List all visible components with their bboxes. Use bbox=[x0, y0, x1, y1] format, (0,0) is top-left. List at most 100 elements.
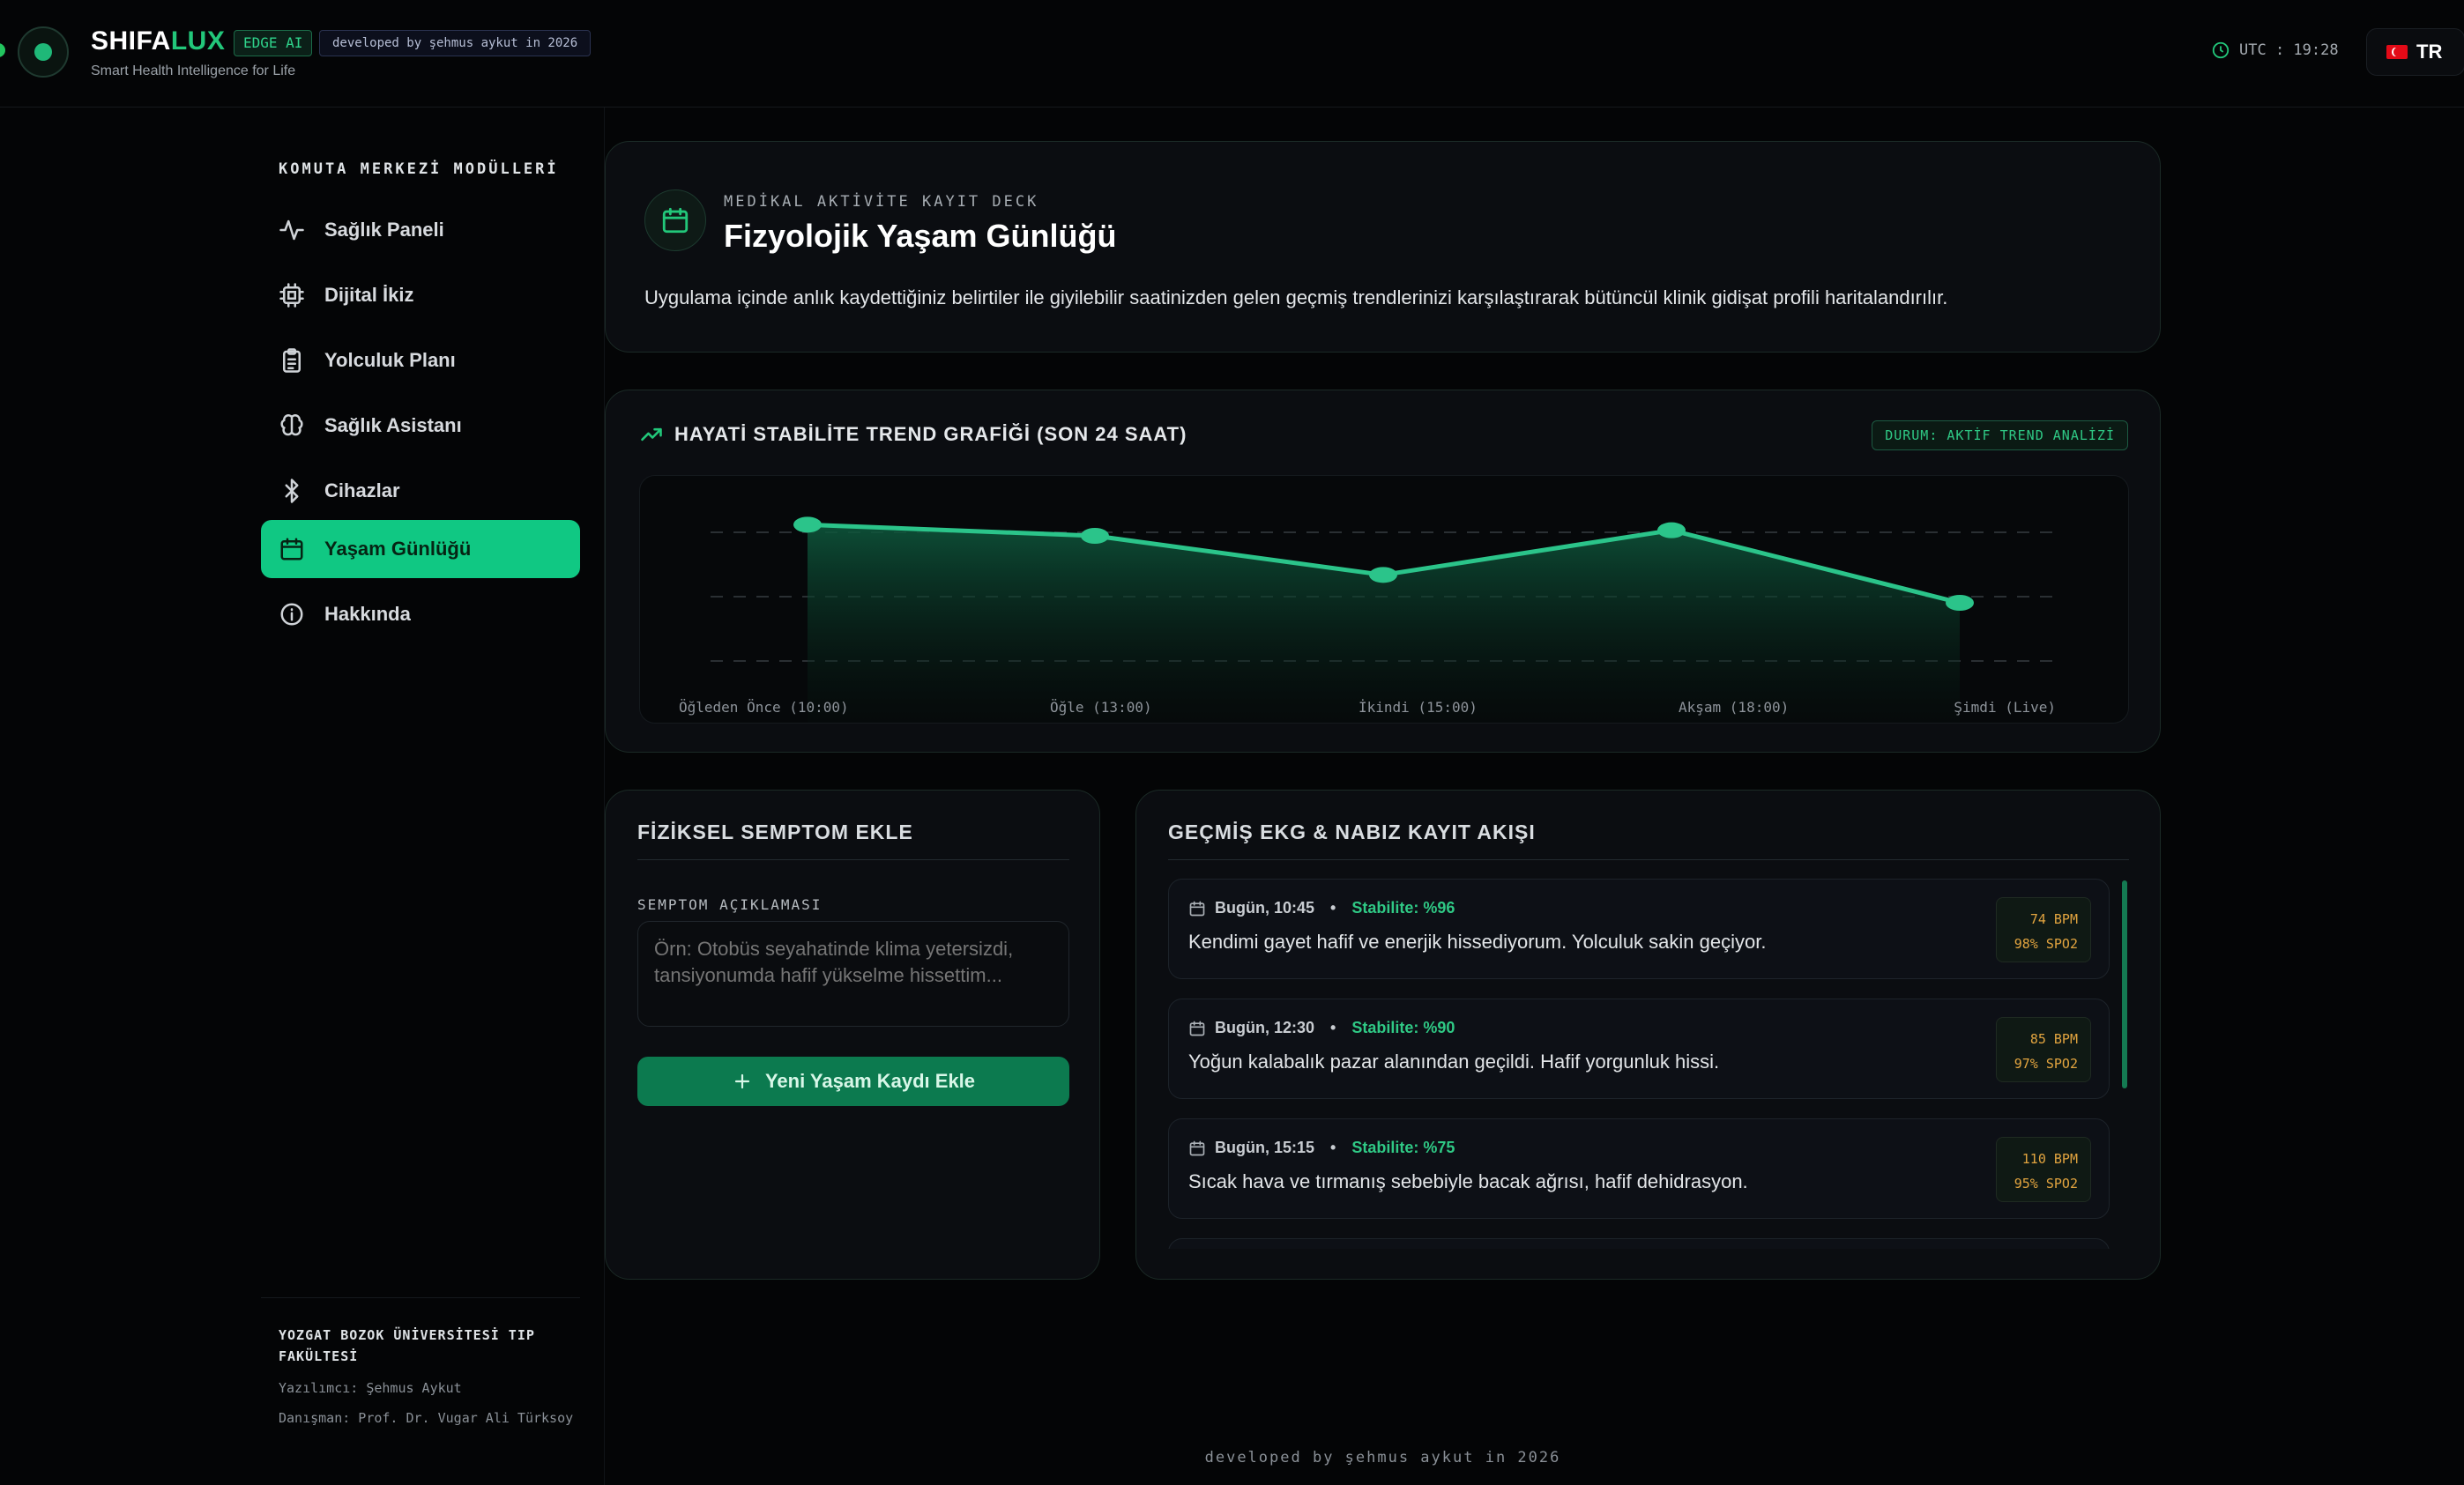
trend-title: HAYATİ STABİLİTE TREND GRAFİĞİ (SON 24 S… bbox=[639, 422, 1187, 447]
symptom-title: FİZİKSEL SEMPTOM EKLE bbox=[637, 820, 913, 843]
clipboard-icon bbox=[283, 348, 301, 373]
sidebar-item-label: Sağlık Paneli bbox=[324, 219, 444, 241]
cpu-icon bbox=[279, 283, 304, 308]
trend-chart-svg: Öğleden Önce (10:00) Öğle (13:00) İkindi (… bbox=[679, 516, 2059, 723]
sidebar-footer: YOZGAT BOZOK ÜNİVERSİTESİ TIP FAKÜLTESİ … bbox=[261, 1297, 580, 1429]
calendar-icon bbox=[1189, 1140, 1205, 1155]
sidebar-item-label: Hakkında bbox=[324, 603, 411, 625]
vitals-badge: 74 BPM 98% SPO2 bbox=[1996, 897, 2091, 962]
vitals-bpm: 74 BPM bbox=[2029, 911, 2078, 927]
footer-credit: developed by şehmus aykut in 2026 bbox=[1204, 1449, 1561, 1466]
status-dot bbox=[0, 43, 5, 57]
trend-status-badge: DURUM: AKTİF TREND ANALİZİ bbox=[1872, 420, 2128, 450]
sidebar-item-about[interactable]: Hakkında bbox=[261, 585, 580, 643]
logo-icon[interactable] bbox=[18, 26, 69, 78]
chart-point[interactable] bbox=[1657, 522, 1686, 538]
log-scrollbar[interactable] bbox=[2122, 880, 2127, 1088]
chart-point[interactable] bbox=[793, 516, 822, 533]
chart-area bbox=[808, 524, 1960, 723]
log-meta: Bugün, 12:30 • Stabilite: %90 bbox=[1188, 1019, 1455, 1037]
log-time: Bugün, 10:45 bbox=[1215, 899, 1315, 917]
sidebar-item-label: Yaşam Günlüğü bbox=[324, 538, 472, 560]
page-title: Fizyolojik Yaşam Günlüğü bbox=[724, 218, 1117, 254]
brand-subtitle: Smart Health Intelligence for Life bbox=[91, 63, 296, 78]
log-entry[interactable]: Bugün, 15:15 • Stabilite: %75 Sıcak hava… bbox=[1168, 1118, 2110, 1219]
sidebar-item-health-assistant[interactable]: Sağlık Asistanı bbox=[261, 397, 580, 455]
log-card: GEÇMİŞ EKG & NABIZ KAYIT AKIŞI Bugün, 10… bbox=[1135, 790, 2161, 1280]
vitals-spo2: 98% SPO2 bbox=[2014, 936, 2078, 952]
language-button[interactable]: TR bbox=[2366, 28, 2464, 76]
sidebar-item-label: Cihazlar bbox=[324, 479, 400, 501]
trend-title-text: HAYATİ STABİLİTE TREND GRAFİĞİ (SON 24 S… bbox=[674, 423, 1187, 445]
trending-up-icon bbox=[641, 427, 662, 442]
symptom-input[interactable] bbox=[637, 921, 1069, 1027]
language-label: TR bbox=[2416, 41, 2443, 63]
info-icon bbox=[280, 603, 303, 626]
log-entry[interactable]: Bugün, 10:45 • Stabilite: %96 Kendimi ga… bbox=[1168, 879, 2110, 979]
trend-chart: Öğleden Önce (10:00) Öğle (13:00) İkindi (… bbox=[639, 475, 2129, 724]
brand-title: SHIFALUX bbox=[91, 26, 226, 56]
bluetooth-icon bbox=[285, 479, 299, 503]
log-text: Kendimi gayet hafif ve enerjik hissediyo… bbox=[1188, 931, 1767, 953]
utc-clock: UTC : 19:28 bbox=[2211, 41, 2339, 60]
log-time: Bugün, 12:30 bbox=[1215, 1019, 1315, 1036]
calendar-icon bbox=[1189, 1021, 1205, 1036]
brain-icon bbox=[280, 414, 303, 436]
sidebar-item-label: Dijital İkiz bbox=[324, 284, 414, 306]
log-entry[interactable]: Bugün, 12:30 • Stabilite: %90 Yoğun kala… bbox=[1168, 999, 2110, 1099]
separator-dot: • bbox=[1330, 1019, 1336, 1036]
chart-point[interactable] bbox=[1369, 567, 1397, 583]
turkey-flag-icon bbox=[2386, 45, 2408, 59]
calendar-icon bbox=[280, 538, 303, 561]
sidebar-item-devices[interactable]: Cihazlar bbox=[261, 462, 580, 520]
institution-name: YOZGAT BOZOK ÜNİVERSİTESİ TIP FAKÜLTESİ bbox=[279, 1327, 535, 1364]
hero-icon-wrap bbox=[644, 189, 706, 251]
divider bbox=[1168, 859, 2129, 860]
developer-credit: Yazılımcı: Şehmus Aykut bbox=[279, 1380, 462, 1396]
chart-point[interactable] bbox=[1946, 595, 1974, 611]
log-title: GEÇMİŞ EKG & NABIZ KAYIT AKIŞI bbox=[1168, 820, 1536, 843]
vitals-badge: 110 BPM 95% SPO2 bbox=[1996, 1137, 2091, 1202]
log-meta: Bugün, 15:15 • Stabilite: %75 bbox=[1188, 1139, 1455, 1157]
edge-ai-badge: EDGE AI bbox=[234, 30, 313, 56]
sidebar-title: KOMUTA MERKEZİ MODÜLLERİ bbox=[279, 160, 559, 178]
separator-dot: • bbox=[1330, 899, 1336, 917]
vitals-spo2: 95% SPO2 bbox=[2014, 1176, 2078, 1192]
sidebar: KOMUTA MERKEZİ MODÜLLERİ Sağlık Paneli D… bbox=[0, 108, 605, 1485]
x-tick-label: Öğle (13:00) bbox=[1050, 699, 1152, 716]
advisor-credit: Danışman: Prof. Dr. Vugar Ali Türksoy bbox=[279, 1410, 574, 1426]
log-list[interactable]: Bugün, 10:45 • Stabilite: %96 Kendimi ga… bbox=[1168, 879, 2111, 1249]
symptom-card: FİZİKSEL SEMPTOM EKLE SEMPTOM AÇIKLAMASI… bbox=[605, 790, 1100, 1280]
app-header: SHIFALUX EDGE AI developed by şehmus ayk… bbox=[0, 0, 2464, 108]
add-button-label: Yeni Yaşam Kaydı Ekle bbox=[764, 1070, 976, 1092]
vitals-bpm: 85 BPM bbox=[2029, 1031, 2078, 1047]
clock-icon bbox=[2212, 41, 2230, 59]
sidebar-item-label: Yolculuk Planı bbox=[324, 349, 456, 371]
chart-point[interactable] bbox=[1081, 528, 1109, 544]
log-text: Sıcak hava ve tırmanış sebebiyle bacak a… bbox=[1188, 1170, 1748, 1192]
log-stability: Stabilite: %96 bbox=[1351, 899, 1455, 917]
symptom-field-label: SEMPTOM AÇIKLAMASI bbox=[637, 896, 823, 913]
divider bbox=[637, 859, 1069, 860]
log-time: Bugün, 15:15 bbox=[1215, 1139, 1315, 1156]
add-life-log-button[interactable]: Yeni Yaşam Kaydı Ekle bbox=[637, 1057, 1069, 1106]
calendar-icon bbox=[662, 207, 689, 234]
sidebar-item-digital-twin[interactable]: Dijital İkiz bbox=[261, 266, 580, 324]
sidebar-item-health-panel[interactable]: Sağlık Paneli bbox=[261, 201, 580, 259]
sidebar-item-journey-plan[interactable]: Yolculuk Planı bbox=[261, 331, 580, 390]
hero-description: Uygulama içinde anlık kaydettiğiniz beli… bbox=[644, 286, 1948, 308]
log-entry-partial[interactable] bbox=[1168, 1238, 2110, 1249]
sidebar-item-life-log[interactable]: Yaşam Günlüğü bbox=[261, 520, 580, 578]
plus-icon bbox=[734, 1073, 750, 1089]
x-tick-label: İkindi (15:00) bbox=[1359, 699, 1478, 716]
x-tick-label: Akşam (18:00) bbox=[1679, 699, 1789, 716]
trend-card: HAYATİ STABİLİTE TREND GRAFİĞİ (SON 24 S… bbox=[605, 390, 2161, 753]
calendar-icon bbox=[1189, 901, 1205, 916]
activity-icon bbox=[279, 219, 304, 241]
separator-dot: • bbox=[1330, 1139, 1336, 1156]
vitals-bpm: 110 BPM bbox=[2021, 1151, 2078, 1167]
sidebar-item-label: Sağlık Asistanı bbox=[324, 414, 462, 436]
hero-kicker: MEDİKAL AKTİVİTE KAYIT DECK bbox=[724, 193, 1039, 211]
log-meta: Bugün, 10:45 • Stabilite: %96 bbox=[1188, 899, 1455, 917]
x-tick-label: Öğleden Önce (10:00) bbox=[679, 699, 849, 716]
